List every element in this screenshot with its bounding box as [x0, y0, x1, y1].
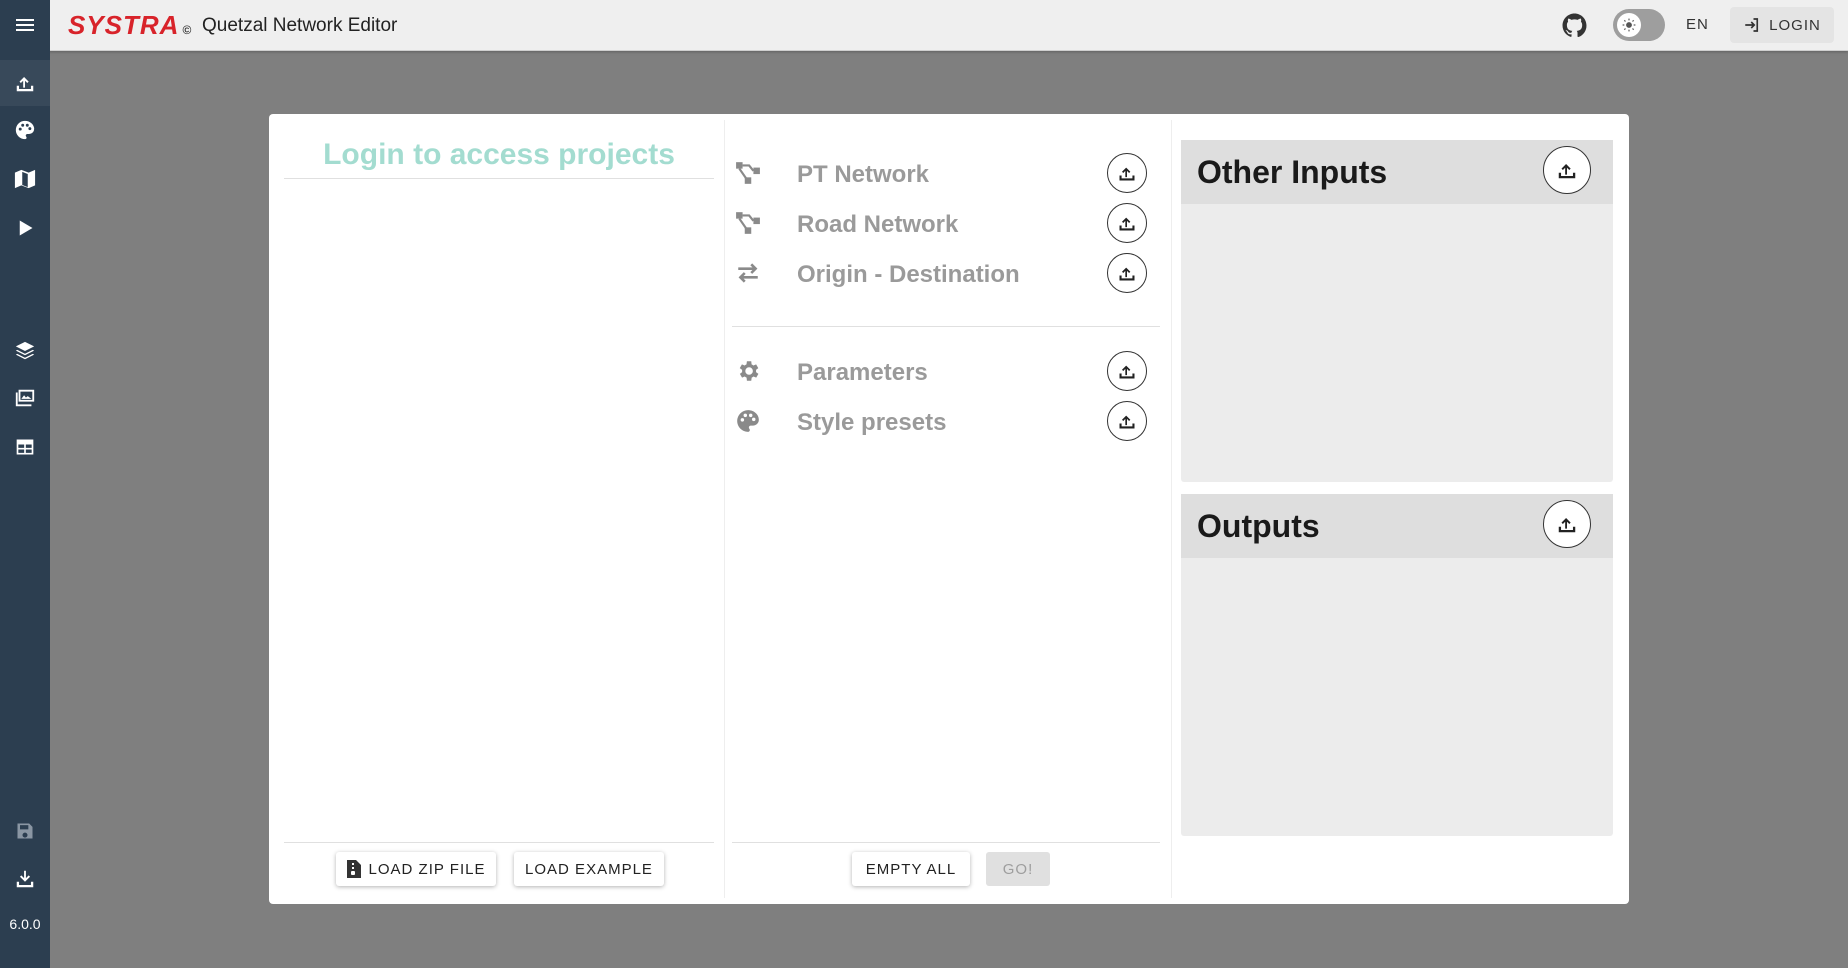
layers-icon — [15, 341, 35, 360]
github-icon[interactable] — [1562, 13, 1587, 38]
go-button[interactable]: GO! — [986, 852, 1050, 886]
file-row-style-presets: Style presets — [732, 397, 1152, 443]
file-row-od: Origin - Destination — [732, 249, 1152, 295]
empty-all-button[interactable]: EMPTY ALL — [852, 852, 970, 886]
divider — [732, 326, 1160, 327]
menu-toggle-button[interactable] — [0, 0, 50, 50]
sidebar: 6.0.0 — [0, 50, 50, 968]
upload-parameters-button[interactable] — [1107, 351, 1147, 391]
theme-knob — [1617, 13, 1641, 37]
upload-icon — [1558, 518, 1576, 533]
sidebar-item-map[interactable] — [0, 156, 50, 202]
column-divider — [724, 120, 725, 898]
app-title: Quetzal Network Editor — [202, 15, 398, 36]
play-icon — [19, 220, 33, 236]
sun-icon — [1622, 18, 1636, 32]
load-example-button[interactable]: LOAD EXAMPLE — [514, 852, 664, 886]
divider — [732, 842, 1160, 843]
divider — [284, 842, 714, 843]
file-label: PT Network — [797, 161, 930, 188]
logo-text: SYSTRA — [68, 10, 180, 40]
network-icon — [736, 162, 760, 184]
download-icon — [16, 870, 34, 888]
projects-column: Login to access projects LOAD ZIP FILE L… — [284, 114, 714, 904]
upload-icon — [1119, 415, 1135, 429]
sidebar-item-tables[interactable] — [0, 424, 50, 470]
outputs-title: Outputs — [1197, 508, 1320, 544]
file-label: Origin - Destination — [797, 261, 1020, 288]
file-row-road-network: Road Network — [732, 199, 1152, 245]
swap-arrows-icon — [738, 263, 758, 283]
login-icon — [1745, 18, 1759, 32]
divider — [284, 178, 714, 179]
file-label: Style presets — [797, 409, 947, 436]
file-row-parameters: Parameters — [732, 347, 1152, 393]
upload-icon — [1119, 217, 1135, 231]
login-label: LOGIN — [1769, 16, 1821, 34]
upload-style-presets-button[interactable] — [1107, 401, 1147, 441]
sidebar-item-export[interactable] — [0, 856, 50, 902]
panel-header: Outputs — [1181, 494, 1613, 558]
import-card: Login to access projects LOAD ZIP FILE L… — [269, 114, 1629, 904]
file-row-pt-network: PT Network — [732, 149, 1152, 195]
load-example-label: LOAD EXAMPLE — [525, 860, 653, 878]
file-label: Road Network — [797, 211, 959, 238]
upload-other-inputs-button[interactable] — [1543, 146, 1591, 194]
gear-icon — [739, 361, 759, 381]
panel-header: Other Inputs — [1181, 140, 1613, 204]
sidebar-item-gallery[interactable] — [0, 375, 50, 421]
inputs-column: PT Network Road Network Origin - Destina… — [732, 114, 1167, 904]
palette-icon — [15, 120, 35, 140]
upload-icon — [1119, 267, 1135, 281]
sidebar-item-save[interactable] — [0, 808, 50, 854]
upload-icon — [1558, 164, 1576, 179]
upload-road-network-button[interactable] — [1107, 203, 1147, 243]
projects-heading: Login to access projects — [323, 138, 675, 171]
language-selector[interactable]: EN — [1686, 16, 1709, 33]
theme-toggle[interactable] — [1613, 9, 1665, 41]
sidebar-item-run[interactable] — [0, 205, 50, 251]
upload-icon — [16, 77, 34, 92]
empty-all-label: EMPTY ALL — [865, 860, 957, 878]
login-button[interactable]: LOGIN — [1730, 7, 1834, 43]
load-zip-label: LOAD ZIP FILE — [368, 860, 486, 878]
sidebar-item-import[interactable] — [0, 60, 50, 106]
upload-od-button[interactable] — [1107, 253, 1147, 293]
systra-logo: SYSTRA © — [68, 10, 192, 41]
logo-mark: © — [182, 23, 193, 37]
upload-icon — [1119, 167, 1135, 181]
load-zip-button[interactable]: LOAD ZIP FILE — [336, 852, 496, 886]
go-label: GO! — [1002, 860, 1034, 878]
upload-pt-network-button[interactable] — [1107, 153, 1147, 193]
other-inputs-panel: Other Inputs — [1181, 140, 1613, 482]
network-icon — [736, 212, 760, 234]
table-icon — [16, 439, 34, 455]
other-inputs-title: Other Inputs — [1197, 154, 1388, 190]
palette-icon — [737, 410, 759, 432]
zip-file-icon — [346, 860, 361, 878]
save-icon — [17, 823, 33, 839]
column-divider — [1171, 120, 1172, 898]
map-icon — [14, 169, 36, 189]
hamburger-icon — [16, 16, 34, 34]
outputs-panel: Outputs — [1181, 494, 1613, 836]
upload-icon — [1119, 365, 1135, 379]
sidebar-item-layers[interactable] — [0, 328, 50, 374]
images-icon — [15, 389, 35, 407]
app-version: 6.0.0 — [9, 916, 41, 932]
file-label: Parameters — [797, 359, 928, 386]
sidebar-item-style[interactable] — [0, 107, 50, 153]
app-header: SYSTRA © Quetzal Network Editor EN LOGIN — [0, 0, 1848, 51]
upload-outputs-button[interactable] — [1543, 500, 1591, 548]
